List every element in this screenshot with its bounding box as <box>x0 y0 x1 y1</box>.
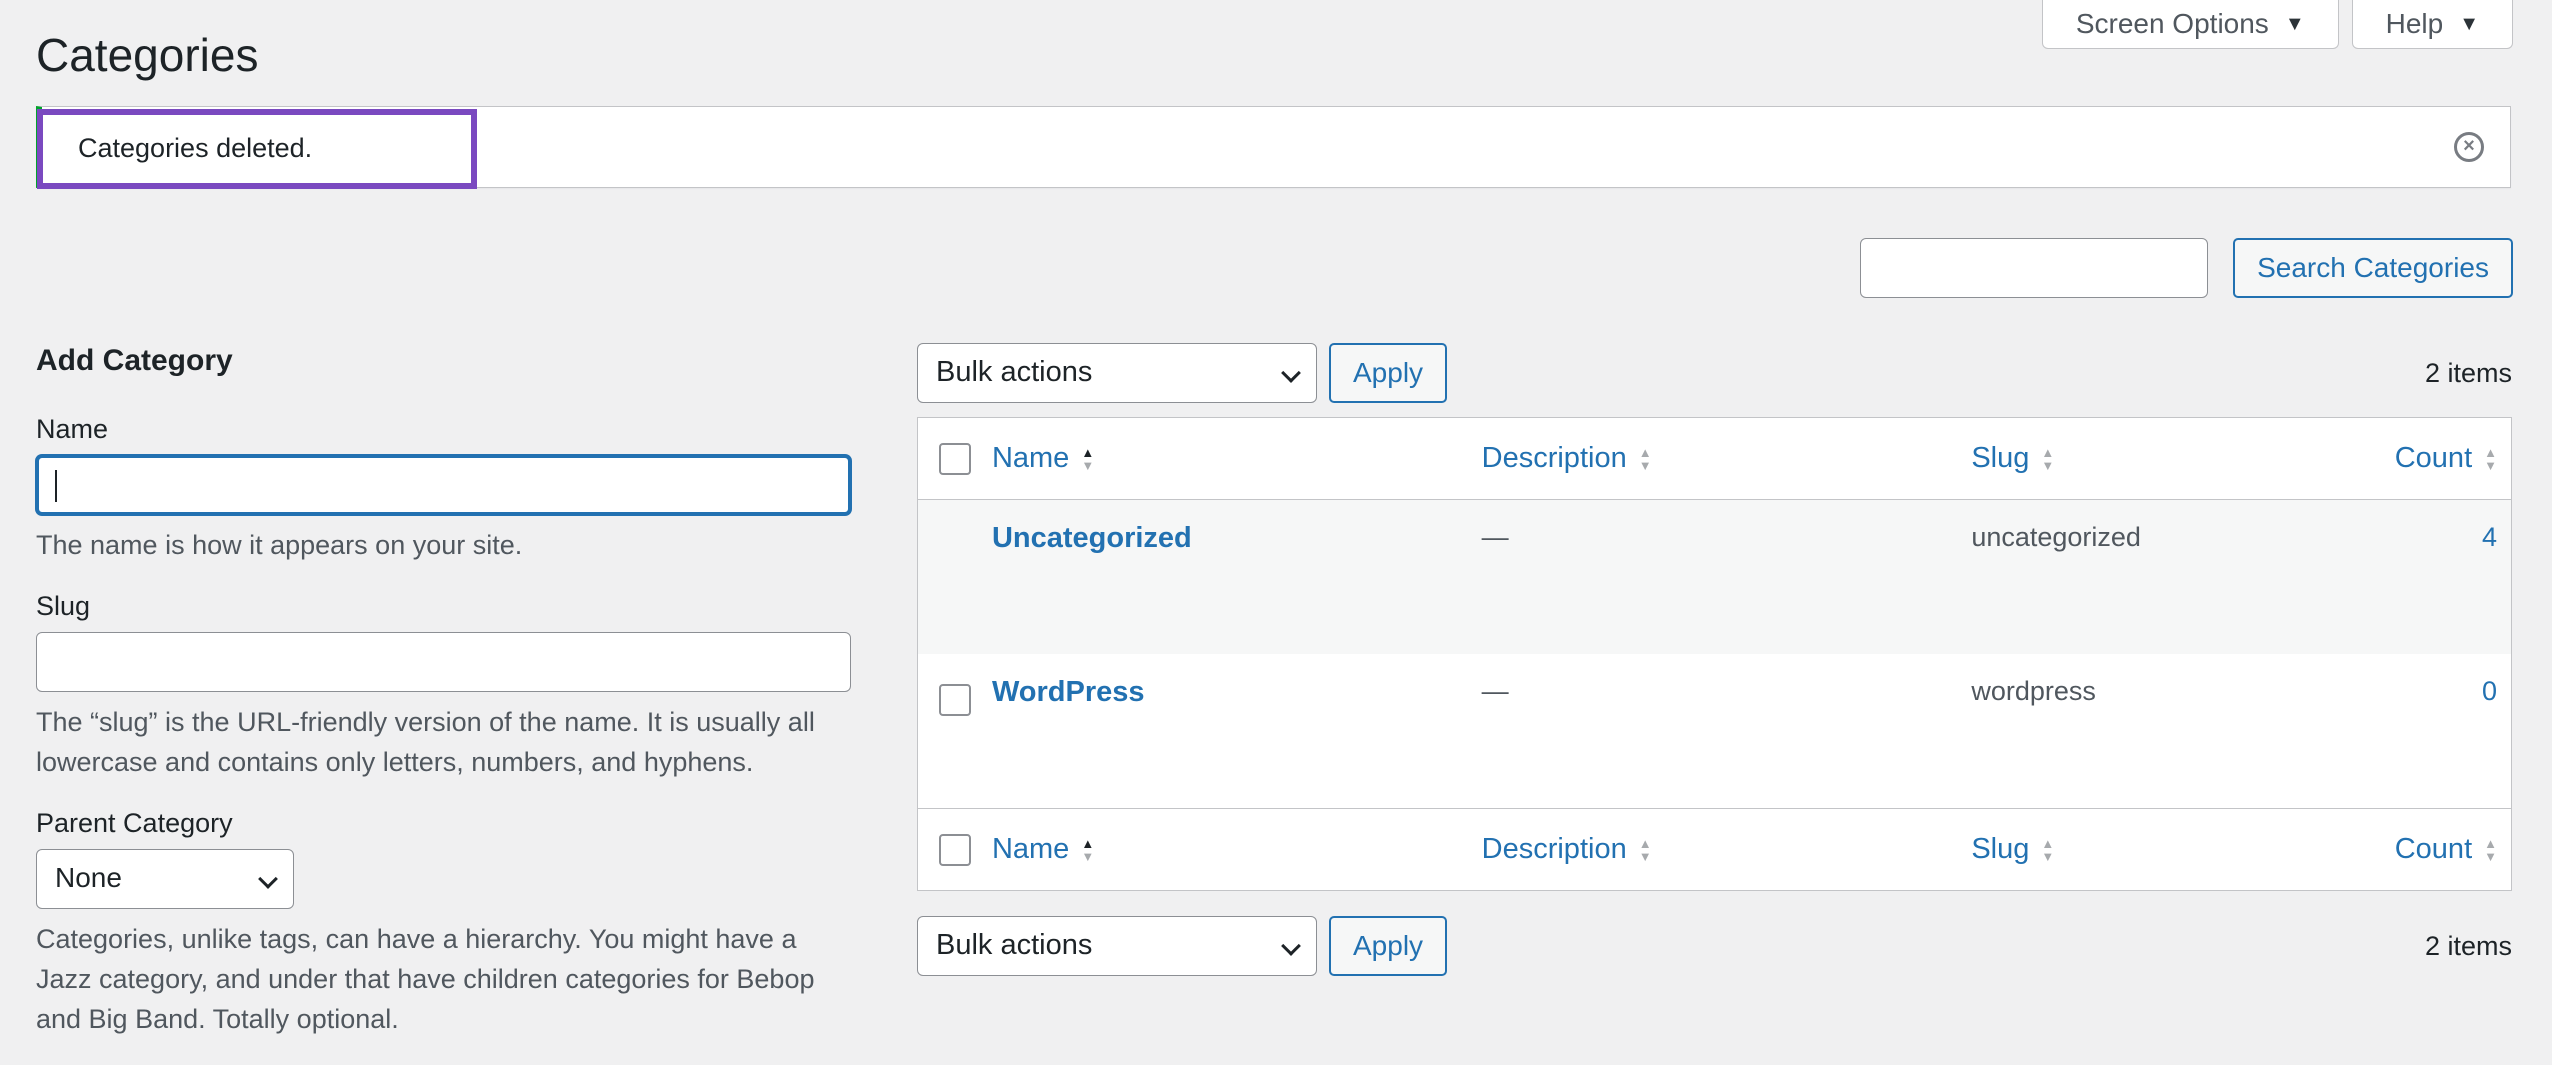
column-name-header[interactable]: Name ▲ ▼ <box>992 833 1482 866</box>
column-slug-header[interactable]: Slug ▲ ▼ <box>1971 833 2371 866</box>
search-categories-button[interactable]: Search Categories <box>2233 238 2513 298</box>
sort-icon: ▲ ▼ <box>1638 444 1652 473</box>
bulk-actions-value: Bulk actions <box>936 356 1093 388</box>
items-count: 2 items <box>2424 930 2512 961</box>
column-count-header[interactable]: Count ▲ ▼ <box>2371 833 2497 866</box>
column-description-header[interactable]: Description ▲ ▼ <box>1482 833 1972 866</box>
apply-button[interactable]: Apply <box>1329 916 1448 976</box>
category-description: — <box>1481 676 1509 706</box>
help-button[interactable]: Help ▼ <box>2351 0 2513 49</box>
screen-meta-links: Screen Options ▼ Help ▼ <box>2041 0 2513 49</box>
bulk-actions-select[interactable]: Bulk actions <box>917 343 1317 403</box>
screen-options-label: Screen Options <box>2075 8 2269 39</box>
add-category-form: Add Category Name The name is how it app… <box>36 344 851 1065</box>
categories-table: Name ▲ ▼ Description ▲ ▼ Slug ▲ ▼ Count ▲ ▼ Unca… <box>917 417 2512 891</box>
sort-icon: ▲ ▼ <box>2041 835 2055 864</box>
add-category-heading: Add Category <box>36 344 233 377</box>
select-all-checkbox[interactable] <box>938 442 971 475</box>
category-description: — <box>1481 522 1509 552</box>
name-field[interactable] <box>36 455 851 515</box>
bulk-actions-select[interactable]: Bulk actions <box>917 916 1317 976</box>
caret-down-icon: ▼ <box>2459 12 2479 35</box>
sort-icon: ▲ ▼ <box>1081 444 1095 473</box>
parent-category-value: None <box>55 862 122 893</box>
sort-icon: ▲ ▼ <box>1638 835 1652 864</box>
category-slug: wordpress <box>1971 676 2096 706</box>
parent-category-label: Parent Category <box>36 808 233 838</box>
parent-category-select[interactable]: None <box>36 849 294 909</box>
dismiss-icon[interactable]: × <box>2454 132 2484 162</box>
success-notice: Categories deleted. × <box>36 106 2511 189</box>
category-count-link[interactable]: 4 <box>2482 522 2497 552</box>
table-footer-row: Name ▲ ▼ Description ▲ ▼ Slug ▲ ▼ Count ▲ ▼ <box>918 808 2511 890</box>
category-slug: uncategorized <box>1971 522 2141 552</box>
caret-down-icon: ▼ <box>2284 12 2305 35</box>
apply-button[interactable]: Apply <box>1329 343 1448 403</box>
notice-message: Categories deleted. <box>78 133 313 163</box>
chevron-down-icon <box>1281 363 1301 383</box>
help-label: Help <box>2385 8 2444 39</box>
name-help: The name is how it appears on your site. <box>36 530 523 560</box>
sort-icon: ▲ ▼ <box>2041 444 2055 473</box>
table-row: Uncategorized — uncategorized 4 <box>918 500 2511 654</box>
search-box: Search Categories <box>1860 238 2513 298</box>
tablenav-top: Bulk actions Apply 2 items <box>917 343 2512 403</box>
column-slug-header[interactable]: Slug ▲ ▼ <box>1971 442 2371 475</box>
sort-icon: ▲ ▼ <box>1081 835 1095 864</box>
slug-label: Slug <box>36 591 91 621</box>
category-name-link[interactable]: WordPress <box>992 676 1145 708</box>
page-title: Categories <box>36 29 259 81</box>
chevron-down-icon <box>1281 936 1301 956</box>
tablenav-bottom: Bulk actions Apply 2 items <box>917 916 2512 976</box>
column-count-header[interactable]: Count ▲ ▼ <box>2371 442 2497 475</box>
category-name-link[interactable]: Uncategorized <box>992 522 1192 554</box>
bulk-actions-value: Bulk actions <box>936 929 1093 961</box>
slug-help: The “slug” is the URL-friendly version o… <box>36 707 815 777</box>
table-row: WordPress — wordpress 0 <box>918 654 2511 808</box>
screen-options-button[interactable]: Screen Options ▼ <box>2041 0 2339 49</box>
select-all-checkbox[interactable] <box>938 833 971 866</box>
chevron-down-icon <box>258 869 278 889</box>
items-count: 2 items <box>2424 357 2512 388</box>
sort-icon: ▲ ▼ <box>2484 835 2497 864</box>
search-input[interactable] <box>1860 238 2209 298</box>
name-label: Name <box>36 414 109 444</box>
slug-field[interactable] <box>36 632 851 692</box>
sort-icon: ▲ ▼ <box>2484 444 2497 473</box>
table-header-row: Name ▲ ▼ Description ▲ ▼ Slug ▲ ▼ Count ▲ ▼ <box>918 418 2511 500</box>
column-description-header[interactable]: Description ▲ ▼ <box>1482 442 1972 475</box>
row-checkbox[interactable] <box>938 684 971 716</box>
column-name-header[interactable]: Name ▲ ▼ <box>992 442 1482 475</box>
category-count-link[interactable]: 0 <box>2482 676 2497 706</box>
parent-category-help: Categories, unlike tags, can have a hier… <box>36 924 815 1034</box>
text-caret <box>55 470 57 502</box>
